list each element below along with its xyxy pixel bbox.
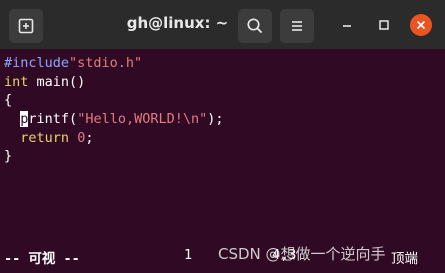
code-line: int main() <box>4 73 224 92</box>
title-bar: gh@linux: ~ <box>0 0 445 49</box>
csdn-watermark: CSDN @想做一个逆向手 <box>218 245 386 263</box>
maximize-button[interactable] <box>373 14 395 36</box>
type-keyword: int <box>4 73 29 90</box>
call-text: rintf( <box>28 111 78 128</box>
open-brace: { <box>4 92 13 109</box>
header-string: "stdio.h" <box>69 55 143 71</box>
terminal-content[interactable]: #include"stdio.h" int main(){ printf("Hel… <box>0 49 445 273</box>
function-signature: main() <box>28 73 86 90</box>
return-keyword: return <box>20 129 70 146</box>
mode-indicator: -- 可视 -- <box>4 251 80 267</box>
hello-string: "Hello,WORLD!\n" <box>77 111 208 128</box>
menu-button[interactable] <box>280 9 314 43</box>
maximize-icon <box>379 20 389 30</box>
code-line: { <box>4 91 224 110</box>
call-end: ); <box>207 111 224 128</box>
selection-count: 1 <box>184 247 193 263</box>
minimize-icon <box>343 25 351 27</box>
terminal-window: gh@linux: ~ #include"stdio.h" int main()… <box>0 0 445 273</box>
code-buffer[interactable]: #include"stdio.h" int main(){ printf("Hel… <box>4 54 224 166</box>
code-line: } <box>4 147 224 166</box>
minimize-button[interactable] <box>336 14 358 36</box>
close-icon <box>416 20 426 30</box>
include-directive: #include <box>4 55 70 71</box>
hamburger-menu-icon <box>292 21 302 31</box>
code-line: printf("Hello,WORLD!\n"); <box>4 110 224 129</box>
code-line: return 0; <box>4 129 224 148</box>
search-button[interactable] <box>238 9 272 43</box>
search-icon <box>247 18 262 33</box>
scroll-indicator: 顶端 <box>391 251 418 267</box>
close-button[interactable] <box>410 14 432 36</box>
close-brace: } <box>4 148 13 165</box>
code-line: #include"stdio.h" <box>4 54 224 73</box>
semicolon: ; <box>85 129 94 146</box>
